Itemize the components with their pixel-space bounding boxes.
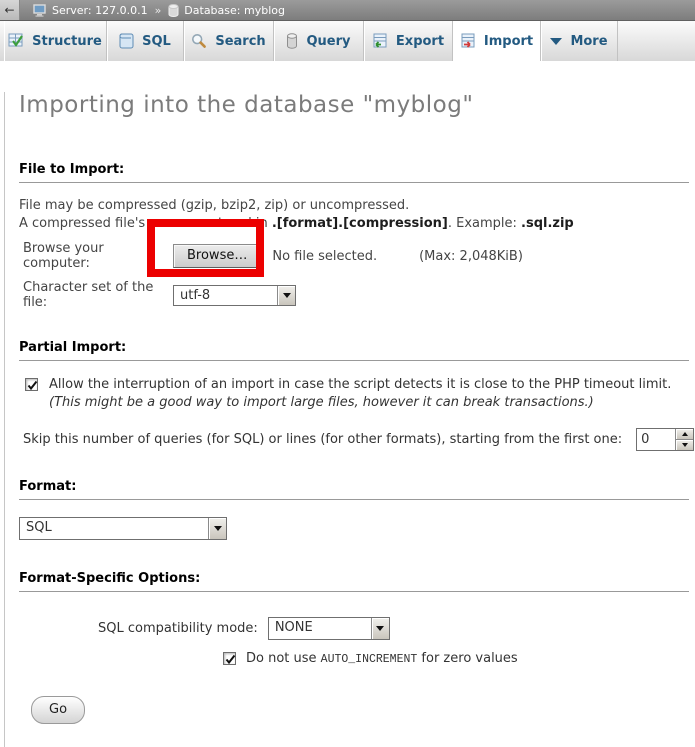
zero-code: AUTO_INCREMENT [321, 653, 418, 666]
no-file-selected-text: No file selected. [272, 249, 377, 264]
tab-bar: Structure SQL Search Query [0, 21, 695, 61]
checkmark-icon [224, 653, 237, 666]
spinner-up-button[interactable] [676, 429, 693, 440]
compression-info-line2: A compressed file's name must end in .[f… [19, 215, 695, 233]
server-icon [33, 4, 47, 17]
tab-label: Import [484, 34, 533, 49]
interrupt-note: (This might be a good way to import larg… [49, 395, 594, 410]
format-selected-value: SQL [20, 518, 208, 539]
interrupt-option-text: Allow the interruption of an import in c… [49, 376, 689, 412]
line2-mid: . Example: [448, 216, 521, 231]
breadcrumb-separator: » [155, 4, 162, 17]
spinner-down-icon [682, 443, 688, 447]
zero-values-row: Do not use AUTO_INCREMENT for zero value… [223, 651, 695, 666]
skip-queries-label: Skip this number of queries (for SQL) or… [23, 432, 622, 447]
import-icon [460, 33, 476, 49]
breadcrumb: Server: 127.0.0.1 » Database: myblog [33, 0, 285, 20]
file-input-divider [263, 245, 264, 268]
tab-label: Structure [32, 34, 102, 49]
spinner-up-icon [682, 432, 688, 436]
server-breadcrumb-bar: ← Server: 127.0.0.1 » Database: myblog [0, 0, 695, 21]
page-title: Importing into the database "myblog" [19, 92, 695, 118]
select-arrow-button[interactable] [277, 286, 295, 305]
interrupt-checkbox[interactable] [25, 378, 38, 391]
import-page: Importing into the database "myblog" Fil… [4, 92, 695, 747]
tab-query[interactable]: Query [274, 21, 364, 61]
interrupt-text: Allow the interruption of an import in c… [49, 377, 671, 392]
skip-queries-stepper [636, 428, 694, 451]
chevron-down-icon [550, 38, 562, 45]
breadcrumb-server[interactable]: Server: 127.0.0.1 [52, 4, 148, 17]
breadcrumb-database[interactable]: Database: myblog [184, 4, 285, 17]
browse-row: Browse your computer: Browse… No file se… [23, 241, 695, 271]
max-upload-size: (Max: 2,048KiB) [419, 249, 523, 264]
select-arrow-button[interactable] [371, 618, 389, 639]
tab-label: More [570, 34, 607, 49]
go-button[interactable]: Go [31, 696, 85, 724]
section-heading-partial-import: Partial Import: [19, 340, 689, 361]
select-arrow-button[interactable] [208, 518, 226, 539]
tab-structure[interactable]: Structure [4, 21, 107, 61]
zero-prefix: Do not use [246, 651, 321, 666]
sql-compatibility-selected-value: NONE [269, 618, 371, 639]
tab-more[interactable]: More [541, 21, 618, 61]
charset-selected-value: utf-8 [174, 286, 277, 305]
tab-label: Query [306, 34, 350, 49]
tab-search[interactable]: Search [184, 21, 274, 61]
tab-import[interactable]: Import [453, 21, 541, 61]
browse-label: Browse your computer: [23, 241, 173, 271]
compression-info-line1: File may be compressed (gzip, bzip2, zip… [19, 197, 695, 215]
browse-button[interactable]: Browse… [173, 244, 261, 268]
tab-label: Export [396, 34, 444, 49]
dropdown-arrow-icon [376, 626, 384, 631]
tab-sql[interactable]: SQL [107, 21, 184, 61]
sql-compatibility-select[interactable]: NONE [268, 617, 390, 640]
section-heading-file-to-import: File to Import: [19, 162, 689, 183]
export-icon [372, 33, 388, 49]
spinner-down-button[interactable] [676, 440, 693, 450]
skip-queries-row: Skip this number of queries (for SQL) or… [23, 428, 695, 451]
sql-icon [119, 33, 134, 49]
structure-icon [8, 33, 24, 49]
tab-export[interactable]: Export [364, 21, 453, 61]
zero-suffix: for zero values [417, 651, 517, 666]
back-button[interactable]: ← [0, 0, 20, 20]
sql-compatibility-label: SQL compatibility mode: [98, 621, 258, 636]
line2-format-pattern: .[format].[compression] [272, 216, 448, 231]
dropdown-arrow-icon [283, 293, 291, 298]
dropdown-arrow-icon [214, 526, 222, 531]
search-icon [191, 33, 207, 49]
charset-row: Character set of the file: utf-8 [23, 280, 695, 310]
sql-compatibility-row: SQL compatibility mode: NONE [98, 617, 695, 640]
zero-values-text: Do not use AUTO_INCREMENT for zero value… [246, 651, 518, 666]
section-heading-format-specific-options: Format-Specific Options: [19, 571, 689, 592]
line2-example: .sql.zip [521, 216, 574, 231]
section-heading-format: Format: [19, 479, 689, 500]
format-select[interactable]: SQL [19, 517, 227, 540]
charset-select[interactable]: utf-8 [173, 285, 296, 306]
charset-label: Character set of the file: [23, 280, 173, 310]
database-icon [168, 4, 179, 17]
tab-label: Search [215, 34, 265, 49]
zero-values-checkbox[interactable] [223, 652, 236, 665]
interrupt-option-row: Allow the interruption of an import in c… [23, 376, 689, 412]
spinner-buttons [675, 429, 693, 450]
checkmark-icon [26, 379, 39, 392]
line2-prefix: A compressed file's name must end in [19, 216, 272, 231]
skip-queries-input[interactable] [637, 429, 675, 450]
tab-label: SQL [142, 34, 171, 49]
query-icon [286, 33, 298, 49]
